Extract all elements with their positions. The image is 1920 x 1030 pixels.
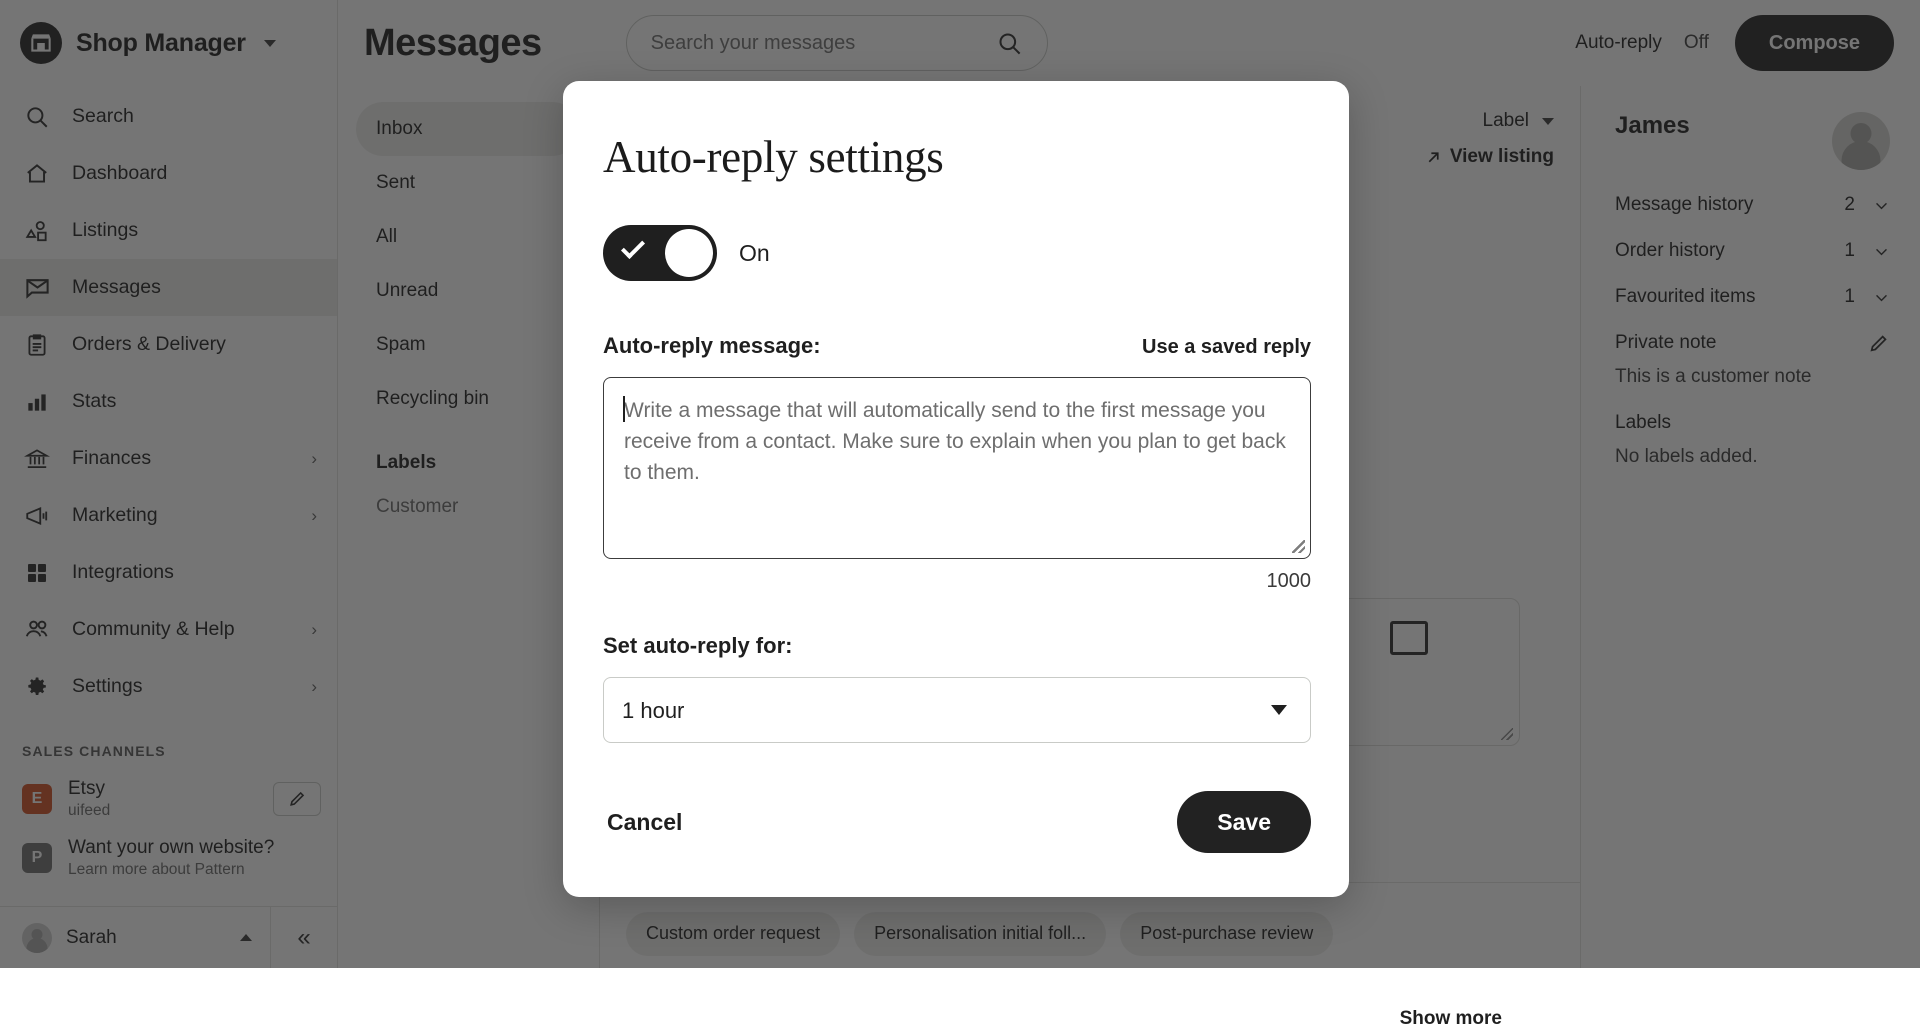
auto-reply-message-label: Auto-reply message: bbox=[603, 333, 821, 359]
auto-reply-textarea[interactable] bbox=[603, 377, 1311, 559]
toggle-state-label: On bbox=[739, 240, 770, 267]
use-saved-reply-link[interactable]: Use a saved reply bbox=[1142, 336, 1311, 359]
show-more-button[interactable]: Show more bbox=[1400, 1008, 1502, 1030]
cancel-button[interactable]: Cancel bbox=[603, 801, 686, 844]
duration-select-wrap: 1 hour4 hours8 hours24 hours2 days1 week bbox=[603, 677, 1311, 743]
auto-reply-toggle[interactable] bbox=[603, 225, 717, 281]
set-auto-reply-for-label: Set auto-reply for: bbox=[603, 633, 1311, 659]
toggle-knob bbox=[665, 229, 713, 277]
character-limit-counter: 1000 bbox=[603, 570, 1311, 593]
text-caret bbox=[623, 396, 625, 422]
auto-reply-settings-dialog: Auto-reply settings On Auto-reply messag… bbox=[563, 81, 1349, 897]
save-button[interactable]: Save bbox=[1177, 791, 1311, 853]
check-icon bbox=[621, 235, 645, 259]
message-field-header: Auto-reply message: Use a saved reply bbox=[603, 333, 1311, 359]
duration-select[interactable]: 1 hour4 hours8 hours24 hours2 days1 week bbox=[603, 677, 1311, 743]
dialog-title: Auto-reply settings bbox=[603, 131, 1311, 183]
auto-reply-textarea-wrap bbox=[603, 377, 1311, 564]
auto-reply-toggle-row: On bbox=[603, 225, 1311, 281]
dialog-actions: Cancel Save bbox=[603, 791, 1311, 853]
